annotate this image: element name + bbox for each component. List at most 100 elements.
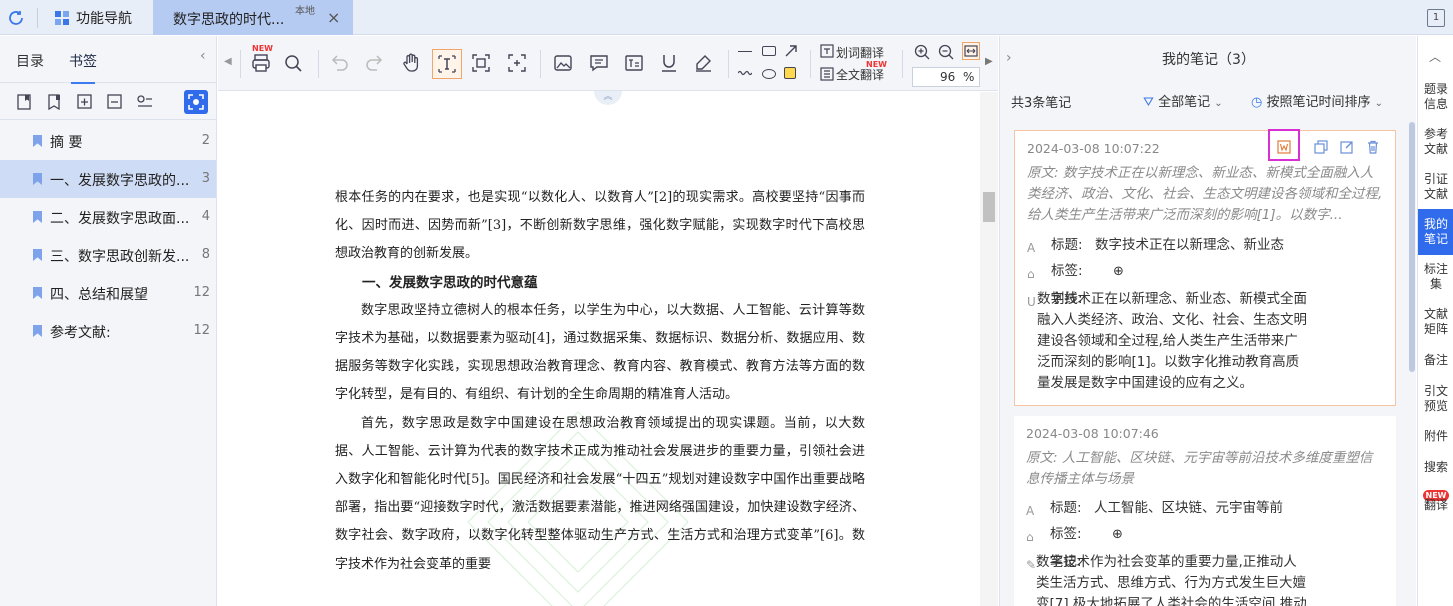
rail-item-literature-matrix[interactable]: 文献 矩阵 (1418, 307, 1453, 343)
scroll-left-icon[interactable]: ◀ (224, 56, 232, 67)
rail-item-translate[interactable]: 翻译 (1418, 498, 1453, 514)
bookmark-flag-icon (33, 211, 42, 223)
rail-item-citation-preview[interactable]: 引文 预览 (1418, 384, 1453, 420)
line-tool-icon[interactable] (738, 51, 752, 52)
copy-icon[interactable] (1314, 140, 1328, 154)
word-translate-button[interactable]: 划词翻译 (836, 44, 884, 61)
rail-item-attachments[interactable]: 附件 (1418, 429, 1453, 449)
rail-item-remarks[interactable]: 备注 (1418, 353, 1453, 373)
page-view-button[interactable]: 1 (1427, 9, 1445, 27)
rail-item-annotation-set[interactable]: 标注集 (1418, 262, 1453, 298)
scroll-thumb[interactable] (1409, 122, 1415, 372)
rail-item-references[interactable]: 参考 文献 (1418, 127, 1453, 163)
tag-icon: ⌂ (1026, 530, 1034, 544)
color-picker-icon[interactable] (784, 67, 796, 79)
clock-icon: ◷ (1251, 95, 1263, 110)
rail-item-search[interactable]: 搜索 (1418, 460, 1453, 480)
collapse-toolbar-icon[interactable]: ︽ (594, 91, 622, 105)
locate-icon[interactable] (184, 90, 208, 114)
list-item[interactable]: 一、发展数字思政的... 3 (0, 160, 216, 198)
rail-item-cited-by[interactable]: 引证 文献 (1418, 172, 1453, 208)
chevron-up-icon[interactable]: ︿ (1429, 48, 1441, 65)
wave-tool-icon[interactable] (738, 69, 752, 77)
expand-all-icon[interactable] (76, 94, 94, 110)
add-bookmark-icon[interactable] (16, 94, 34, 110)
note-time: 2024-03-08 10:07:46 (1026, 426, 1159, 441)
left-panel: 目录 书签 ‹ 摘 要 2 一、发展数字思政的... 3 二、发展数字思政面... 4… (0, 36, 217, 606)
tab-toc[interactable]: 目录 (16, 51, 44, 71)
tab-bookmarks[interactable]: 书签 (69, 51, 97, 84)
close-icon[interactable]: × (327, 8, 340, 27)
list-icon[interactable] (136, 94, 154, 110)
full-translate-button[interactable]: 全文翻译 (836, 66, 884, 83)
title-icon: A (1026, 504, 1035, 518)
field-value: 数字技术正在以新理念、新业态、新模式全面融入人类经济、政治、文化、社会、生态文明… (1037, 291, 1307, 391)
arrow-tool-icon[interactable] (784, 44, 798, 58)
bookmark-label: 参考文献: (50, 325, 111, 341)
bookmark-label: 二、发展数字思政面... (50, 211, 190, 227)
list-item[interactable]: 四、总结和展望 12 (0, 274, 216, 312)
bookmark-icon[interactable] (46, 94, 64, 110)
rail-item-my-notes[interactable]: 我的 笔记 (1418, 209, 1453, 255)
screenshot-icon[interactable] (506, 52, 530, 76)
note-card[interactable]: 2024-03-08 10:07:46 原文: 人工智能、区块链、元宇宙等前沿技… (1014, 416, 1396, 606)
title-bar: 功能导航 数字思政的时代... 本地 × 1 (0, 0, 1453, 35)
zoom-out-icon[interactable] (938, 44, 954, 60)
collapse-left-icon[interactable]: ‹ (200, 48, 214, 72)
add-tag-icon[interactable]: ⊕ (1112, 524, 1123, 545)
delete-icon[interactable] (1366, 140, 1380, 154)
field-label: 标签: (1051, 263, 1083, 279)
list-item[interactable]: 参考文献: 12 (0, 312, 216, 350)
area-select-icon[interactable] (470, 52, 494, 76)
print-icon[interactable] (250, 52, 274, 76)
refresh-icon[interactable] (6, 8, 26, 28)
field-value: 人工智能、区块链、元宇宙等前 (1094, 500, 1283, 516)
add-tag-icon[interactable]: ⊕ (1113, 261, 1124, 282)
rail-item-citation-info[interactable]: 题录 信息 (1418, 82, 1453, 118)
bookmark-label: 一、发展数字思政的... (50, 173, 190, 189)
tab-document[interactable]: 数字思政的时代... 本地 × (153, 0, 353, 35)
note-card[interactable]: 2024-03-08 10:07:22 原文: 数字技术正在以新理念、新业态、新… (1014, 129, 1396, 406)
list-item[interactable]: 三、数字思政创新发... 8 (0, 236, 216, 274)
filter-dropdown[interactable]: ⛛ 全部笔记 ⌄ (1143, 91, 1223, 110)
divider (810, 50, 811, 78)
list-item[interactable]: 二、发展数字思政面... 4 (0, 198, 216, 236)
list-item[interactable]: 摘 要 2 (0, 122, 216, 160)
underline-icon[interactable] (658, 52, 682, 76)
tab-label: 数字思政的时代... (173, 12, 285, 28)
page-number: 2 (201, 133, 210, 148)
paragraph: 数字思政坚持立德树人的根本任务，以学生为中心，以大数据、人工智能、云计算等数字技… (335, 302, 865, 403)
comment-icon[interactable] (588, 52, 612, 76)
textbox-icon[interactable] (623, 52, 647, 76)
text-select-icon[interactable] (432, 49, 462, 79)
scroll-thumb[interactable] (983, 192, 995, 222)
full-translate-icon (820, 67, 834, 81)
word-export-icon[interactable] (1277, 140, 1291, 154)
redo-icon[interactable] (364, 52, 388, 76)
scroll-right-icon[interactable]: ▶ (985, 56, 993, 67)
edit-icon[interactable] (1340, 140, 1354, 154)
collapse-all-icon[interactable] (106, 94, 124, 110)
highlighter-icon[interactable] (692, 52, 716, 76)
section-heading: 一、发展数字思政的时代意蕴 (362, 274, 538, 291)
ellipse-tool-icon[interactable] (762, 69, 776, 79)
hand-tool-icon[interactable] (400, 52, 424, 76)
notes-panel: › 我的笔记（3） 共3条笔记 ⛛ 全部笔记 ⌄ ◷ 按照笔记时间排序 ⌄ 20… (999, 36, 1416, 606)
divider (240, 50, 241, 78)
rectangle-tool-icon[interactable] (762, 46, 776, 56)
tab-label: 功能导航 (76, 11, 132, 27)
document-viewer[interactable]: ︽ 根本任务的内在要求，也是实现“以数化人、以数育人”[2]的现实需求。高校要坚… (218, 91, 998, 606)
fit-width-icon[interactable] (962, 42, 980, 60)
zoom-input[interactable]: 96 % (912, 67, 980, 87)
field-value: 数字技术作为社会变革的重要力量,正推动人类生活方式、思维方式、行为方式发生巨大嬗… (1036, 554, 1307, 606)
zoom-in-icon[interactable] (914, 44, 930, 60)
sort-dropdown[interactable]: ◷ 按照笔记时间排序 ⌄ (1251, 91, 1383, 110)
undo-icon[interactable] (328, 52, 352, 76)
filter-label: 全部笔记 (1158, 95, 1211, 110)
tab-function-nav[interactable]: 功能导航 (54, 8, 132, 28)
divider (728, 50, 729, 78)
field-label: 标签: (1050, 526, 1082, 542)
chevron-down-icon: ⌄ (1214, 98, 1223, 109)
search-icon[interactable] (282, 52, 306, 76)
image-annotate-icon[interactable] (552, 52, 576, 76)
